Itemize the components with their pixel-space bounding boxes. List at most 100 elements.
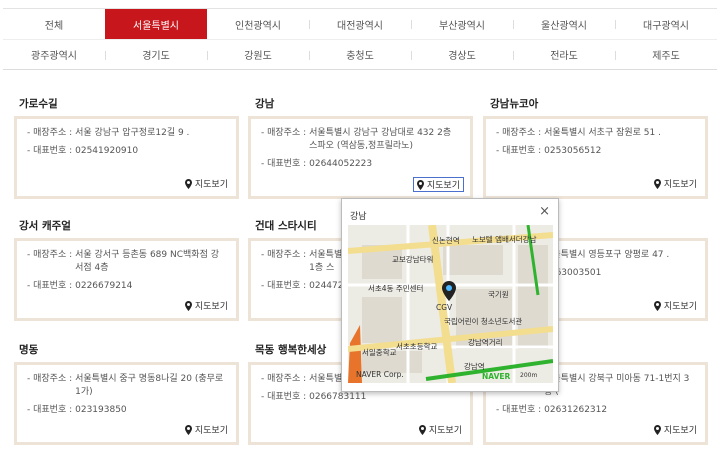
map-pin-icon bbox=[653, 424, 661, 435]
map-view-button[interactable]: 지도보기 bbox=[653, 177, 697, 190]
store-map[interactable]: 신논현역 노보텔 앰배서더강남 교보강남타워 서초4동 주민센터 CGV 국기원… bbox=[348, 225, 553, 383]
address-label: - 매장주소 : bbox=[261, 128, 307, 138]
address-row: - 매장주소 : 서울특별시 서초구 잠원로 51 . bbox=[496, 127, 695, 140]
phone-row: - 대표번호 :0253056512 bbox=[496, 145, 695, 158]
map-label: NAVER Corp. bbox=[356, 370, 404, 379]
phone-label: - 대표번호 : bbox=[27, 146, 73, 156]
map-view-label: 지도보기 bbox=[194, 180, 228, 190]
store-phone: 02541920910 bbox=[75, 146, 139, 156]
map-label: 강남역 bbox=[464, 361, 485, 371]
map-view-label: 지도보기 bbox=[428, 426, 462, 436]
map-view-button[interactable]: 지도보기 bbox=[184, 299, 228, 312]
map-view-label: 지도보기 bbox=[663, 302, 697, 312]
tab-incheon[interactable]: 인천광역시 bbox=[207, 9, 309, 39]
store-address: 서울특별시 강남구 강남대로 432 2층 스파오 (역삼동,정프릴라노) bbox=[309, 128, 452, 151]
map-pin-icon bbox=[418, 424, 426, 435]
phone-label: - 대표번호 : bbox=[261, 281, 307, 291]
region-tab-row-1: 전체 서울특별시 인천광역시 대전광역시 부산광역시 울산광역시 대구광역시 bbox=[3, 9, 717, 39]
map-canvas[interactable]: 신논현역 노보텔 앰배서더강남 교보강남타워 서초4동 주민센터 CGV 국기원… bbox=[348, 225, 553, 383]
map-label: 서일중학교 bbox=[362, 347, 397, 357]
store-name: 강남 bbox=[255, 98, 275, 110]
map-view-label: 지도보기 bbox=[663, 426, 697, 436]
address-label: - 매장주소 : bbox=[496, 128, 542, 138]
map-label: 국립어린이 청소년도서관 bbox=[444, 316, 522, 326]
map-view-button[interactable]: 지도보기 bbox=[653, 423, 697, 436]
phone-label: - 대표번호 : bbox=[27, 281, 73, 291]
tab-daejeon[interactable]: 대전광역시 bbox=[309, 9, 411, 39]
tab-seoul[interactable]: 서울특별시 bbox=[105, 9, 207, 39]
map-view-button[interactable]: 지도보기 bbox=[184, 423, 228, 436]
map-label: 신논현역 bbox=[432, 235, 460, 245]
map-pin-icon bbox=[184, 424, 192, 435]
map-pin-icon bbox=[416, 179, 424, 190]
tab-all[interactable]: 전체 bbox=[3, 9, 105, 39]
address-label: - 매장주소 : bbox=[27, 128, 73, 138]
store-address: 서울 강남구 압구정로12길 9 . bbox=[75, 128, 190, 138]
map-view-label: 지도보기 bbox=[663, 180, 697, 190]
store-phone: 024472 bbox=[309, 281, 344, 291]
store-phone: 02631262312 bbox=[544, 405, 608, 415]
phone-row: - 대표번호 :0266783111 bbox=[261, 391, 460, 404]
map-view-button[interactable]: 지도보기 bbox=[653, 299, 697, 312]
address-row: - 매장주소 : 서울 강남구 압구정로12길 9 . bbox=[27, 127, 226, 140]
map-label: 서초4동 주민센터 bbox=[368, 283, 423, 293]
phone-label: - 대표번호 : bbox=[261, 159, 307, 169]
phone-row: - 대표번호 :02644052223 bbox=[261, 158, 460, 171]
map-label: 서초초등학교 bbox=[396, 341, 437, 351]
store-card: - 매장주소 : 서울 강서구 등촌동 689 NC백화점 강서점 4층 - 대표… bbox=[14, 238, 239, 321]
address-label: - 매장주소 : bbox=[27, 374, 73, 384]
map-view-button[interactable]: 지도보기 bbox=[412, 177, 464, 192]
address-label: - 매장주소 : bbox=[27, 250, 73, 260]
map-label: NAVER bbox=[482, 372, 511, 381]
address-label: - 매장주소 : bbox=[261, 374, 307, 384]
tab-jeju[interactable]: 제주도 bbox=[615, 40, 717, 69]
tab-gangwon[interactable]: 강원도 bbox=[207, 40, 309, 69]
tab-gyeonggi[interactable]: 경기도 bbox=[105, 40, 207, 69]
map-view-button[interactable]: 지도보기 bbox=[418, 423, 462, 436]
map-pin-icon bbox=[653, 178, 661, 189]
store-card: - 매장주소 : 서울특별시 중구 명동8나길 20 (충무로1가) - 대표번호… bbox=[14, 362, 239, 445]
tab-gyeongsang[interactable]: 경상도 bbox=[411, 40, 513, 69]
map-label: 강남역거리 bbox=[468, 337, 503, 347]
store-card: - 매장주소 : 서울특별시 서초구 잠원로 51 . - 대표번호 :02530… bbox=[483, 116, 708, 199]
phone-row: - 대표번호 :023193850 bbox=[27, 404, 226, 417]
store-name: 명동 bbox=[19, 344, 39, 356]
phone-label: - 대표번호 : bbox=[261, 392, 307, 402]
store-address: 서울특별시 강북구 미아동 71-1번지 3층 ( bbox=[544, 374, 690, 397]
tab-daegu[interactable]: 대구광역시 bbox=[615, 9, 717, 39]
phone-row: - 대표번호 :0226679214 bbox=[27, 280, 226, 293]
tab-gwangju[interactable]: 광주광역시 bbox=[3, 40, 105, 69]
map-view-label: 지도보기 bbox=[194, 426, 228, 436]
phone-row: - 대표번호 :02631262312 bbox=[496, 404, 695, 417]
address-label: - 매장주소 : bbox=[261, 250, 307, 260]
close-icon[interactable]: × bbox=[539, 205, 550, 218]
tab-ulsan[interactable]: 울산광역시 bbox=[513, 9, 615, 39]
region-tabs: 전체 서울특별시 인천광역시 대전광역시 부산광역시 울산광역시 대구광역시 광… bbox=[3, 8, 717, 70]
store-card: - 매장주소 : 서울 강남구 압구정로12길 9 . - 대표번호 :02541… bbox=[14, 116, 239, 199]
phone-row: - 대표번호 :02541920910 bbox=[27, 145, 226, 158]
store-name: 강남뉴코아 bbox=[490, 98, 539, 110]
map-view-button[interactable]: 지도보기 bbox=[184, 177, 228, 190]
tab-chungcheong[interactable]: 충청도 bbox=[309, 40, 411, 69]
tab-jeolla[interactable]: 전라도 bbox=[513, 40, 615, 69]
store-phone: 0253056512 bbox=[544, 146, 602, 156]
map-label: 국기원 bbox=[488, 290, 509, 299]
store-name: 목동 행복한세상 bbox=[255, 344, 327, 356]
phone-label: - 대표번호 : bbox=[496, 405, 542, 415]
store-phone: 0226679214 bbox=[75, 281, 133, 291]
map-view-label: 지도보기 bbox=[194, 302, 228, 312]
map-label: CGV bbox=[436, 303, 453, 312]
store-name: 건대 스타시티 bbox=[255, 220, 317, 232]
address-row: - 매장주소 : 서울특별시 중구 명동8나길 20 (충무로1가) bbox=[27, 373, 226, 399]
store-address: 서울특별시 중구 명동8나길 20 (충무로1가) bbox=[75, 374, 224, 397]
popup-title: 강남 bbox=[350, 212, 367, 222]
store-phone: 0266783111 bbox=[309, 392, 367, 402]
address-row: - 매장주소 : 서울 강서구 등촌동 689 NC백화점 강서점 4층 bbox=[27, 249, 226, 275]
tab-busan[interactable]: 부산광역시 bbox=[411, 9, 513, 39]
map-popup: 강남 × 신논현역 노보텔 앰배서더강남 교보강남타워 서초4동 주민센터 CG… bbox=[341, 198, 559, 392]
store-address: 서울 강서구 등촌동 689 NC백화점 강서점 4층 bbox=[75, 250, 219, 273]
phone-label: - 대표번호 : bbox=[496, 146, 542, 156]
store-name: 가로수길 bbox=[19, 98, 58, 110]
store-phone: 023193850 bbox=[75, 405, 127, 415]
store-name: 강서 캐주얼 bbox=[19, 220, 71, 232]
